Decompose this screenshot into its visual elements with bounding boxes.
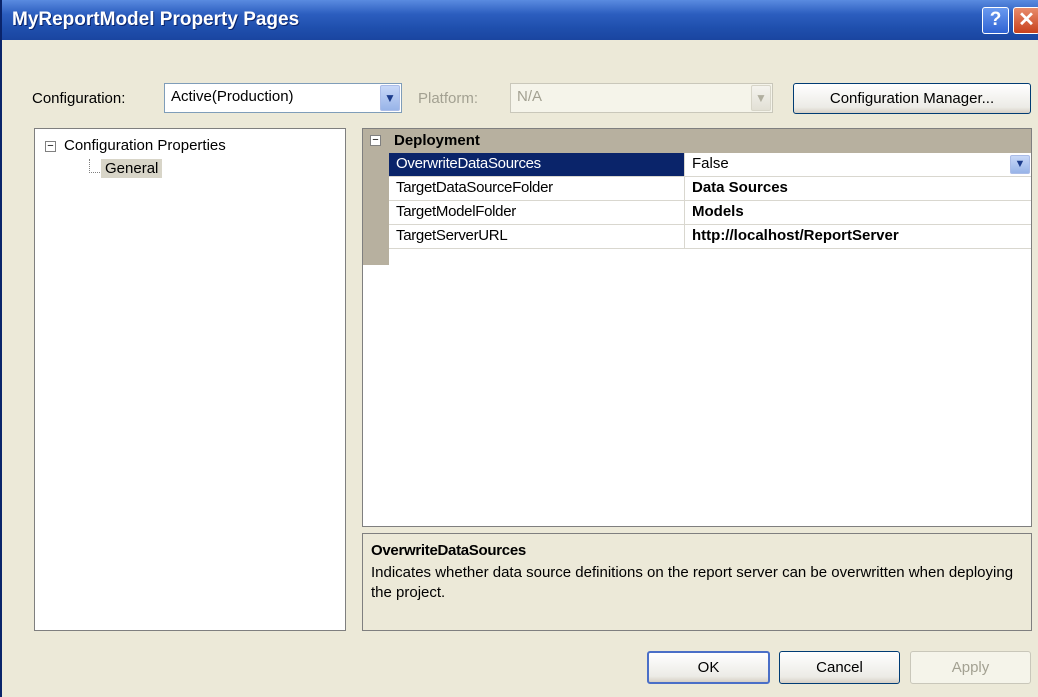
property-value[interactable]: http://localhost/ReportServer: [687, 225, 1031, 248]
collapse-icon[interactable]: −: [370, 135, 381, 146]
tree-item-label: Configuration Properties: [64, 137, 226, 154]
property-pages-dialog: MyReportModel Property Pages ? ✕ Configu…: [0, 0, 1038, 697]
grid-gutter: [363, 153, 389, 265]
platform-value: N/A: [517, 88, 543, 105]
property-row-overwrite-data-sources[interactable]: OverwriteDataSources False ▼: [389, 153, 1031, 177]
description-panel: OverwriteDataSources Indicates whether d…: [362, 533, 1032, 631]
property-value[interactable]: Models: [687, 201, 1031, 224]
property-value[interactable]: Data Sources: [687, 177, 1031, 200]
property-value[interactable]: False: [687, 153, 1031, 176]
property-row-target-server-url[interactable]: TargetServerURL http://localhost/ReportS…: [389, 225, 1031, 249]
apply-button[interactable]: Apply: [910, 651, 1031, 684]
chevron-down-icon[interactable]: ▼: [1010, 155, 1030, 174]
platform-label: Platform:: [418, 90, 479, 107]
property-row-target-model-folder[interactable]: TargetModelFolder Models: [389, 201, 1031, 225]
property-name[interactable]: TargetDataSourceFolder: [389, 177, 685, 200]
title-bar[interactable]: MyReportModel Property Pages ? ✕: [2, 0, 1038, 40]
configuration-manager-button[interactable]: Configuration Manager...: [793, 83, 1031, 114]
help-button[interactable]: ?: [982, 7, 1009, 34]
configuration-tree: − Configuration Properties General: [34, 128, 346, 631]
tree-connector: [89, 159, 100, 173]
tree-item-general[interactable]: General: [101, 159, 163, 178]
chevron-down-icon[interactable]: ▼: [751, 85, 771, 111]
property-name[interactable]: TargetServerURL: [389, 225, 685, 248]
configuration-dropdown[interactable]: Active(Production) ▼: [164, 83, 402, 113]
chevron-down-icon[interactable]: ▼: [380, 85, 400, 111]
description-title: OverwriteDataSources: [371, 542, 526, 559]
platform-dropdown[interactable]: N/A ▼: [510, 83, 773, 113]
property-grid: − Deployment OverwriteDataSources False …: [362, 128, 1032, 527]
configuration-label: Configuration:: [32, 90, 126, 107]
tree-item-configuration-properties[interactable]: − Configuration Properties: [45, 137, 226, 154]
cancel-button[interactable]: Cancel: [779, 651, 900, 684]
ok-button[interactable]: OK: [647, 651, 770, 684]
collapse-icon[interactable]: −: [45, 140, 56, 152]
close-button[interactable]: ✕: [1013, 7, 1038, 34]
window-title: MyReportModel Property Pages: [12, 9, 300, 30]
category-row-deployment[interactable]: − Deployment: [363, 129, 1031, 153]
description-text: Indicates whether data source definition…: [371, 564, 1014, 601]
category-label: Deployment: [394, 132, 480, 149]
property-name[interactable]: OverwriteDataSources: [389, 153, 685, 176]
property-row-target-data-source-folder[interactable]: TargetDataSourceFolder Data Sources: [389, 177, 1031, 201]
configuration-value: Active(Production): [171, 88, 294, 105]
property-name[interactable]: TargetModelFolder: [389, 201, 685, 224]
